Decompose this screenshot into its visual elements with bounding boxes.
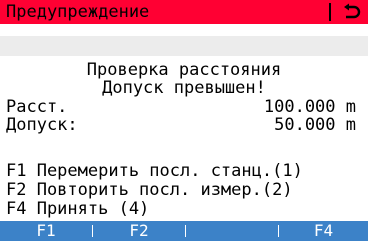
title-bar: Предупреждение — [0, 0, 368, 24]
info-bar — [0, 36, 368, 56]
f4-button[interactable]: F4 — [279, 221, 368, 241]
f1-button[interactable]: F1 — [0, 221, 92, 241]
tolerance-value: 50.000 m — [274, 115, 356, 135]
tolerance-label: Допуск: — [6, 115, 78, 135]
screen-title: Предупреждение — [6, 2, 150, 22]
option-repeat-measurement[interactable]: F2 Повторить посл. измер.(2) — [6, 180, 293, 200]
title-separator — [329, 3, 331, 21]
f3-button[interactable] — [186, 221, 278, 241]
message-line-1: Проверка расстояния — [86, 60, 282, 80]
f2-button[interactable]: F2 — [93, 221, 185, 241]
option-accept[interactable]: F4 Принять (4) — [6, 199, 149, 219]
message-line-2: Допуск превышен! — [102, 78, 266, 98]
distance-value: 100.000 m — [263, 97, 356, 117]
distance-label: Расст. — [6, 97, 68, 117]
function-key-bar: F1 F2 F4 — [0, 221, 368, 241]
option-remeasure-station[interactable]: F1 Перемерить посл. станц.(1) — [6, 161, 303, 181]
warning-screen: Предупреждение Проверка расстояния Допус… — [0, 0, 368, 241]
back-arrow-icon[interactable] — [340, 3, 362, 21]
